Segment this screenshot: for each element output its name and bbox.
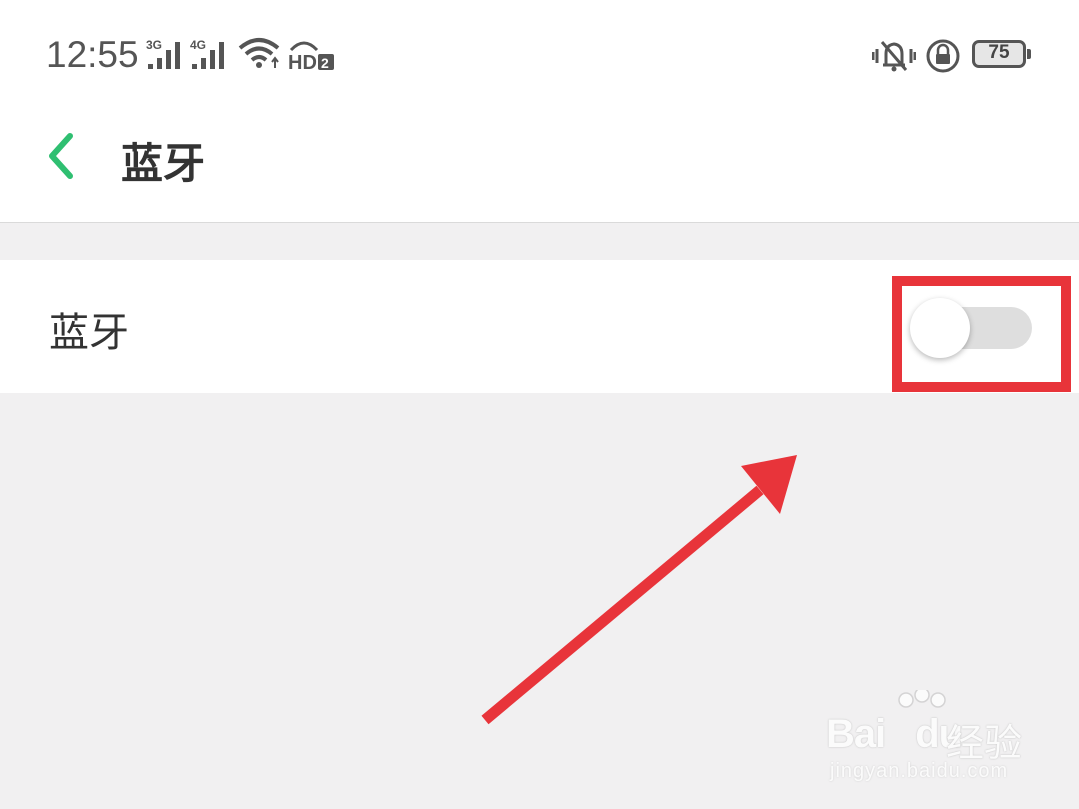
watermark-url: jingyan.baidu.com bbox=[830, 760, 1009, 782]
status-time: 12:55 bbox=[46, 34, 139, 75]
watermark-chinese: 经验 bbox=[946, 721, 1023, 765]
back-button[interactable] bbox=[36, 128, 92, 184]
baidu-watermark: Bai du 经验 jingyan.baidu.com bbox=[826, 690, 1066, 790]
hd-voice-icon: HD 2 bbox=[288, 38, 338, 76]
app-header: 蓝牙 bbox=[0, 110, 1079, 223]
page-title: 蓝牙 bbox=[121, 139, 206, 188]
watermark-brand: Bai du bbox=[826, 712, 963, 756]
status-bar: 12:55 3G 4G HD 2 75 bbox=[0, 0, 1079, 110]
svg-text:HD: HD bbox=[288, 52, 317, 72]
highlight-box bbox=[892, 276, 1071, 392]
battery-level: 75 bbox=[988, 42, 1010, 63]
wifi-icon bbox=[238, 38, 280, 68]
chevron-left-icon bbox=[49, 133, 73, 179]
bluetooth-label: 蓝牙 bbox=[49, 310, 129, 356]
battery-tip bbox=[1027, 49, 1031, 59]
rotation-lock-icon bbox=[926, 39, 960, 73]
svg-text:2: 2 bbox=[321, 55, 329, 71]
vibrate-mute-icon bbox=[872, 41, 916, 72]
